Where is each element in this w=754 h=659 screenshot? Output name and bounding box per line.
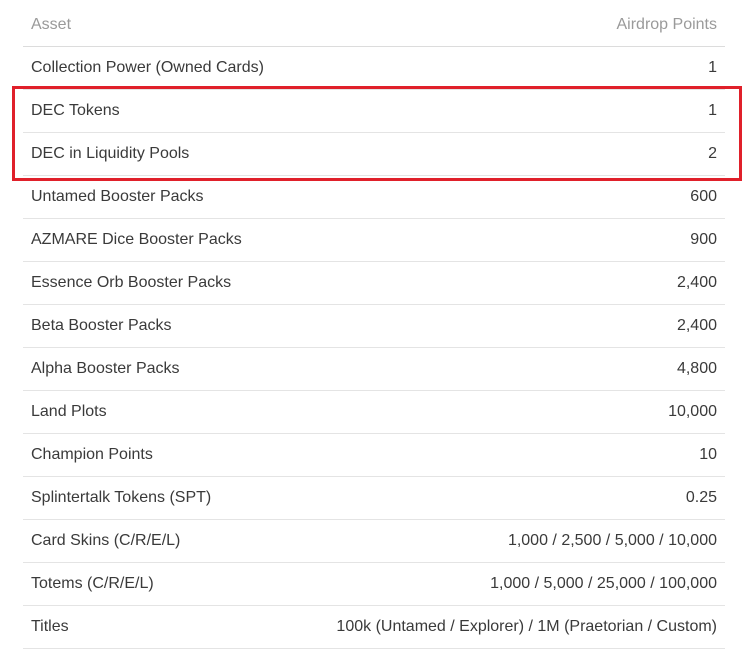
table-row: Totems (C/R/E/L) 1,000 / 5,000 / 25,000 … [23, 563, 725, 606]
asset-cell: Beta Booster Packs [31, 317, 172, 334]
asset-cell: Untamed Booster Packs [31, 188, 204, 205]
asset-cell: Champion Points [31, 446, 153, 463]
asset-cell: Alpha Booster Packs [31, 360, 180, 377]
asset-cell: Collection Power (Owned Cards) [31, 59, 264, 76]
airdrop-points-column-header: Airdrop Points [616, 16, 718, 33]
asset-cell: Land Plots [31, 403, 107, 420]
asset-column-header: Asset [31, 16, 72, 33]
points-cell: 100k (Untamed / Explorer) / 1M (Praetori… [336, 618, 717, 635]
table-row: Champion Points 10 [23, 434, 725, 477]
points-cell: 600 [690, 188, 717, 205]
table-row: Alpha Booster Packs 4,800 [23, 348, 725, 391]
asset-cell: Totems (C/R/E/L) [31, 575, 154, 592]
table-header-row: Asset Airdrop Points [23, 4, 725, 47]
asset-cell: DEC in Liquidity Pools [31, 145, 190, 162]
table-row: Untamed Booster Packs 600 [23, 176, 725, 219]
table-row: DEC Tokens 1 [23, 90, 725, 133]
points-cell: 2,400 [676, 317, 717, 334]
table-row: Beta Booster Packs 2,400 [23, 305, 725, 348]
table-row: Card Skins (C/R/E/L) 1,000 / 2,500 / 5,0… [23, 520, 725, 563]
points-cell: 2 [708, 145, 717, 162]
table-row: Titles 100k (Untamed / Explorer) / 1M (P… [23, 606, 725, 649]
table-row: Essence Orb Booster Packs 2,400 [23, 262, 725, 305]
asset-cell: Titles [31, 618, 69, 635]
points-cell: 4,800 [676, 360, 717, 377]
table-row: Splintertalk Tokens (SPT) 0.25 [23, 477, 725, 520]
table-row: Land Plots 10,000 [23, 391, 725, 434]
points-cell: 0.25 [685, 489, 717, 506]
table-row: DEC in Liquidity Pools 2 [23, 133, 725, 176]
asset-cell: Splintertalk Tokens (SPT) [31, 489, 212, 506]
points-cell: 1 [708, 102, 717, 119]
asset-cell: Card Skins (C/R/E/L) [31, 532, 181, 549]
points-cell: 1,000 / 2,500 / 5,000 / 10,000 [507, 532, 717, 549]
asset-cell: AZMARE Dice Booster Packs [31, 231, 242, 248]
points-cell: 1,000 / 5,000 / 25,000 / 100,000 [490, 575, 717, 592]
points-cell: 10,000 [668, 403, 717, 420]
points-cell: 900 [690, 231, 717, 248]
points-cell: 10 [699, 446, 717, 463]
table-row: AZMARE Dice Booster Packs 900 [23, 219, 725, 262]
asset-cell: DEC Tokens [31, 102, 120, 119]
table-row: Collection Power (Owned Cards) 1 [23, 47, 725, 90]
points-cell: 1 [708, 59, 717, 76]
points-cell: 2,400 [676, 274, 717, 291]
airdrop-points-table: Asset Airdrop Points Collection Power (O… [23, 4, 725, 649]
asset-cell: Essence Orb Booster Packs [31, 274, 232, 291]
